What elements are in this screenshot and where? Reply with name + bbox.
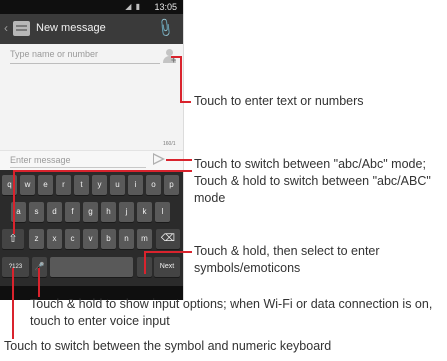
key-y[interactable]: y	[92, 175, 107, 195]
key-u[interactable]: u	[110, 175, 125, 195]
soft-keyboard: q w e r t y u i o p a s d f g h j k l ⇧ …	[0, 170, 183, 286]
key-r[interactable]: r	[56, 175, 71, 195]
callout-line-2c	[13, 170, 15, 234]
space-key[interactable]	[50, 257, 133, 277]
paperclip-icon[interactable]: 📎	[154, 17, 176, 39]
status-bar: ◢ ▮ 13:05	[0, 0, 183, 14]
callout-text-voice: Touch & hold to show input options; when…	[30, 297, 433, 328]
backspace-key[interactable]: ⌫	[156, 229, 180, 249]
callout-text-symbols: Touch & hold, then select to enter symbo…	[194, 244, 380, 275]
callout-line-1c	[180, 101, 191, 103]
callout-line-2b	[13, 170, 192, 172]
callout-line-1b	[180, 56, 182, 103]
callout-line-2a	[166, 159, 192, 161]
key-n[interactable]: n	[119, 229, 134, 249]
key-e[interactable]: e	[38, 175, 53, 195]
key-z[interactable]: z	[29, 229, 44, 249]
callout-line-4	[38, 268, 40, 297]
key-i[interactable]: i	[128, 175, 143, 195]
callout-text-enter: Touch to enter text or numbers	[194, 94, 364, 108]
key-j[interactable]: j	[119, 202, 134, 222]
key-d[interactable]: d	[47, 202, 62, 222]
callout-text-symbol-keyboard: Touch to switch between the symbol and n…	[4, 339, 332, 353]
send-icon[interactable]	[153, 153, 165, 165]
key-w[interactable]: w	[20, 175, 35, 195]
key-h[interactable]: h	[101, 202, 116, 222]
key-l[interactable]: l	[155, 202, 170, 222]
key-o[interactable]: o	[146, 175, 161, 195]
phone-screen: ◢ ▮ 13:05 ‹ New message 📎 Type name or n…	[0, 0, 184, 300]
callout-text-shift: Touch to switch between "abc/Abc" mode; …	[194, 157, 431, 205]
key-p[interactable]: p	[164, 175, 179, 195]
callout-line-3b	[144, 251, 192, 253]
key-k[interactable]: k	[137, 202, 152, 222]
key-s[interactable]: s	[29, 202, 44, 222]
signal-battery-icons: ◢ ▮	[125, 2, 141, 11]
key-x[interactable]: x	[47, 229, 62, 249]
status-time: 13:05	[154, 2, 177, 12]
next-key[interactable]: Next	[154, 257, 180, 277]
key-c[interactable]: c	[65, 229, 80, 249]
callout-line-3a	[144, 251, 146, 274]
key-b[interactable]: b	[101, 229, 116, 249]
back-arrow-icon[interactable]: ‹	[4, 21, 8, 35]
recipient-input[interactable]: Type name or number	[10, 47, 160, 64]
callout-line-5	[12, 268, 14, 339]
key-v[interactable]: v	[83, 229, 98, 249]
message-input[interactable]: Enter message	[10, 155, 146, 168]
key-g[interactable]: g	[83, 202, 98, 222]
character-counter: 160/1	[163, 141, 176, 147]
messaging-app-icon	[13, 21, 30, 36]
symbols-key[interactable]: ?123	[2, 257, 29, 277]
action-bar: ‹ New message 📎	[0, 14, 183, 44]
key-t[interactable]: t	[74, 175, 89, 195]
page-title: New message	[36, 22, 106, 34]
key-m[interactable]: m	[137, 229, 152, 249]
key-f[interactable]: f	[65, 202, 80, 222]
